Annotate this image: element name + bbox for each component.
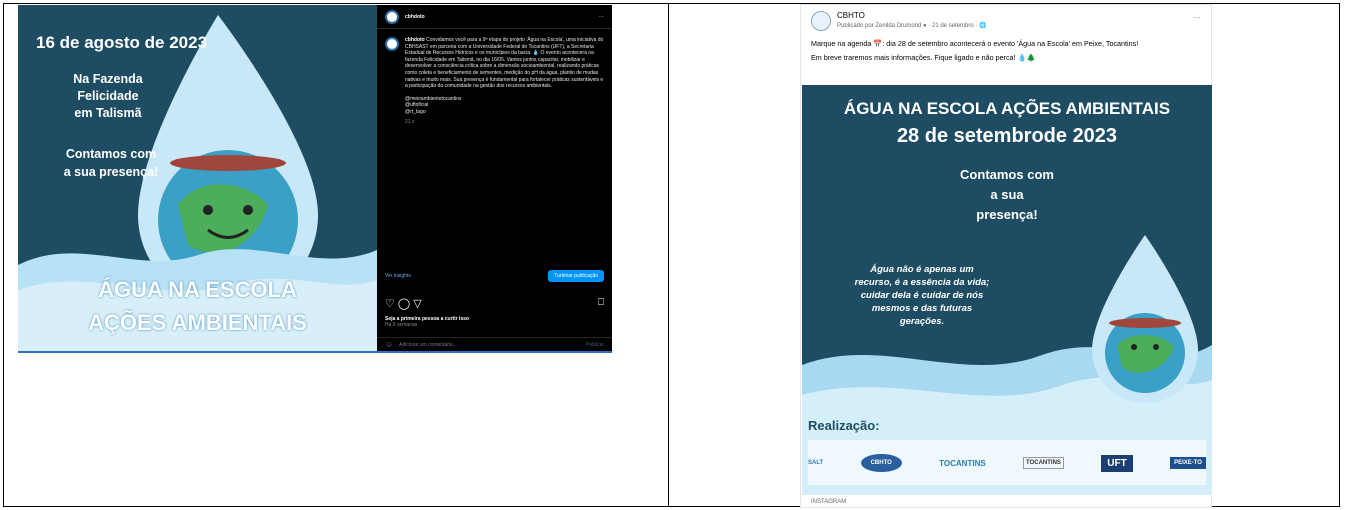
instagram-header: cbhdoto ··· (377, 5, 612, 29)
caption-avatar[interactable] (385, 37, 399, 51)
emoji-icon[interactable]: ☺ (385, 340, 393, 349)
blue-underline (18, 351, 612, 353)
instagram-post-panel: cbhdoto ··· cbhdoto Convidamos você para… (377, 5, 612, 351)
poster-invite: Contamos com a sua presença! (63, 147, 159, 179)
comment-bar: ☺ Adicione um comentário... Publicar (377, 337, 612, 351)
publish-button[interactable]: Publicar (586, 342, 604, 348)
comment-icon[interactable]: ◯ (398, 298, 413, 310)
boost-post-button[interactable]: Turbinar publicação (548, 270, 604, 282)
logo-peixe: PEIXE-TO (1170, 457, 1206, 469)
post-age: 21 s (405, 118, 415, 125)
realizacao-label: Realização: (808, 418, 880, 433)
likes-date: Há 3 semanas (385, 322, 418, 328)
sponsor-logos: SALT CBHTO TOCANTINS TOCANTINS UFT PEIXE… (808, 445, 1206, 481)
logo-tocantins: TOCANTINS (939, 458, 986, 468)
poster-title: ÁGUA NA ESCOLA AÇÕES AMBIENTAIS (843, 99, 1171, 118)
mention-2[interactable]: @uftoficial (405, 102, 604, 109)
logo-cbhto: CBHTO (860, 454, 902, 472)
left-event-poster: 16 de agosto de 2023 Na Fazenda Felicida… (18, 5, 377, 351)
instagram-caption: cbhdoto Convidamos você para a 9ª etapa … (377, 29, 612, 125)
likes-info: Seja a primeira pessoa a curtir isso Há … (385, 316, 469, 328)
share-icon[interactable]: ▽ (413, 298, 424, 310)
page-avatar[interactable] (811, 11, 831, 31)
post-meta: Publicado por Zenilda Drumond ● · 21 de … (837, 23, 987, 29)
poster-invite: Contamos com a sua presença! (960, 167, 1054, 222)
poster-date: 28 de setembrode 2023 (896, 125, 1118, 147)
table-divider (668, 3, 669, 507)
instagram-username[interactable]: cbhdoto (405, 14, 425, 20)
caption-text: Convidamos você para a 9ª etapa do proje… (405, 37, 604, 90)
facebook-post: CBHTO Publicado por Zenilda Drumond ● · … (800, 4, 1212, 508)
comment-input[interactable]: Adicione um comentário... (399, 342, 457, 348)
poster-quote: Água não é apenas um recurso, é a essênc… (854, 264, 990, 327)
mention-3[interactable]: @rt_tago (405, 109, 604, 116)
caption-username[interactable]: cbhdoto (405, 37, 425, 43)
more-options-icon[interactable]: ··· (1193, 13, 1201, 22)
see-insights-link[interactable]: Ver insights (385, 273, 411, 279)
post-text-line2: Em breve traremos mais informações. Fiqu… (811, 52, 1036, 62)
insights-bar: Ver insights Turbinar publicação (377, 267, 612, 285)
post-header: CBHTO Publicado por Zenilda Drumond ● · … (811, 9, 1201, 39)
poster-title-line1: ÁGUA NA ESCOLA (98, 277, 297, 302)
logo-tocantins-gov: TOCANTINS (1023, 457, 1064, 469)
mention-1[interactable]: @meioambientetocantins (405, 96, 604, 103)
logo-salt: SALT (808, 460, 824, 466)
poster-date: 16 de agosto de 2023 (36, 33, 208, 52)
avatar[interactable] (385, 9, 399, 24)
action-icons: ♡◯▽ (385, 297, 425, 310)
bookmark-icon[interactable]: ⎕ (598, 297, 604, 308)
right-event-poster: ÁGUA NA ESCOLA AÇÕES AMBIENTAIS 28 de se… (802, 85, 1212, 495)
logo-uft: UFT (1101, 454, 1133, 472)
post-text-line1: Marque na agenda 📅: dia 28 de setembro a… (811, 39, 1139, 48)
post-footer: INSTAGRAM (811, 499, 847, 505)
poster-title-line2: AÇÕES AMBIENTAIS (88, 310, 307, 335)
page-name[interactable]: CBHTO (837, 11, 865, 20)
poster-location: Na Fazenda Felicidade em Talismã (73, 72, 143, 120)
heart-icon[interactable]: ♡ (385, 298, 398, 310)
post-text: Marque na agenda 📅: dia 28 de setembro a… (811, 39, 1201, 62)
more-icon[interactable]: ··· (599, 14, 604, 20)
